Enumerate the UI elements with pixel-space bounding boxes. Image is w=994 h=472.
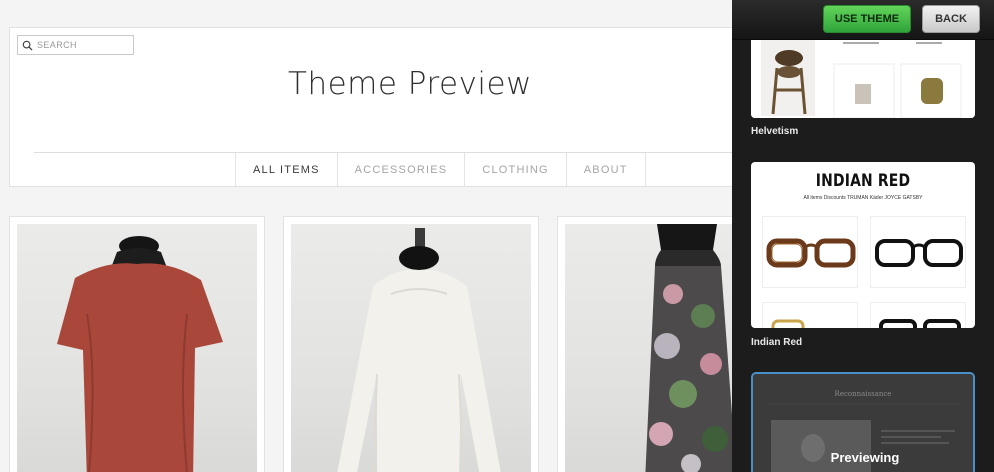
previewing-thumb-title: Reconnaissance (835, 390, 892, 398)
indian-red-tile (762, 216, 858, 288)
product-card[interactable] (283, 216, 539, 472)
product-image-white-sweater (291, 224, 531, 472)
product-card[interactable] (9, 216, 265, 472)
glasses-image (771, 319, 805, 328)
glasses-image (879, 319, 961, 328)
tortoise-glasses-image (766, 238, 856, 268)
black-glasses-image (875, 239, 963, 267)
site-title: Theme Preview (288, 66, 532, 102)
product-image-floral-skirt (565, 224, 732, 472)
nav-all-items[interactable]: ALL ITEMS (235, 153, 337, 187)
theme-name-indian-red: Indian Red (751, 337, 803, 348)
use-theme-button[interactable]: USE THEME (823, 5, 911, 33)
search-input[interactable]: SEARCH (17, 35, 134, 55)
site-header: SEARCH Theme Preview ALL ITEMS ACCESSORI… (9, 27, 732, 187)
helvetism-preview-image (751, 28, 975, 118)
indian-red-tile (870, 216, 966, 288)
search-icon (22, 40, 33, 51)
site-nav: ALL ITEMS ACCESSORIES CLOTHING ABOUT (235, 153, 646, 187)
theme-name-helvetism: Helvetism (751, 126, 799, 137)
indian-red-thumb-title: INDIAN RED (815, 171, 911, 191)
back-button[interactable]: BACK (922, 5, 980, 33)
product-image-rust-top (17, 224, 257, 472)
indian-red-tile (762, 302, 858, 328)
product-card[interactable] (557, 216, 732, 472)
sidebar-toolbar: USE THEME BACK (732, 0, 994, 40)
indian-red-tile (870, 302, 966, 328)
indian-red-thumb-nav: All items Discounts TRUMAN Käder JOYCE G… (803, 195, 923, 201)
theme-thumbnail-helvetism[interactable] (751, 28, 975, 118)
theme-sidebar: USE THEME BACK Helvetism INDIAN RED All … (732, 0, 994, 472)
theme-preview-pane: SEARCH Theme Preview ALL ITEMS ACCESSORI… (0, 0, 732, 472)
theme-thumbnail-indian-red[interactable]: INDIAN RED All items Discounts TRUMAN Kä… (751, 162, 975, 328)
nav-accessories[interactable]: ACCESSORIES (336, 153, 465, 187)
theme-thumbnail-previewing[interactable]: Reconnaissance Previewing (751, 372, 975, 472)
nav-about[interactable]: ABOUT (565, 153, 646, 187)
search-placeholder: SEARCH (37, 40, 77, 50)
previewing-label: Previewing (830, 450, 900, 465)
nav-clothing[interactable]: CLOTHING (464, 153, 565, 187)
